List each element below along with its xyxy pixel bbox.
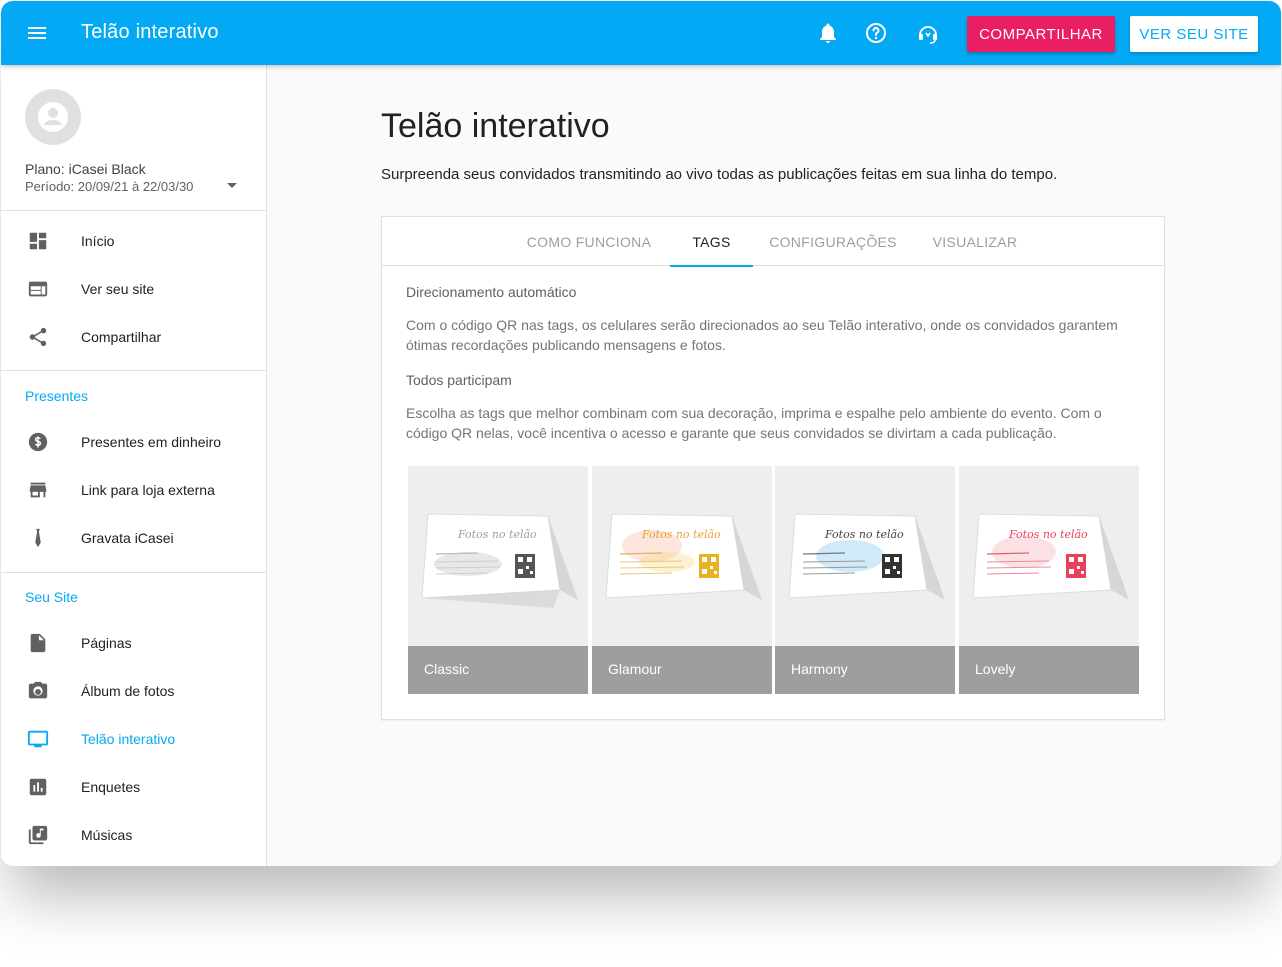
sidebar-item-enquetes[interactable]: Enquetes bbox=[1, 764, 266, 812]
section-text: Escolha as tags que melhor combinam com … bbox=[406, 405, 1102, 441]
sidebar-item-label: Ver seu site bbox=[81, 281, 155, 297]
dashboard-icon bbox=[29, 232, 47, 250]
divider bbox=[1, 210, 266, 211]
plan-name: Plano: iCasei Black bbox=[25, 161, 146, 177]
tag-label-bar: Harmony bbox=[775, 646, 955, 694]
page-icon bbox=[30, 633, 46, 653]
menu-icon[interactable] bbox=[25, 21, 49, 45]
help-icon[interactable] bbox=[864, 21, 888, 45]
screen-icon bbox=[27, 730, 49, 748]
tag-label-bar: Lovely bbox=[959, 646, 1139, 694]
tab-tags[interactable]: TAGS bbox=[670, 217, 753, 267]
content-card: COMO FUNCIONA TAGS CONFIGURAÇÕES VISUALI… bbox=[381, 216, 1165, 720]
page-title: Telão interativo bbox=[381, 107, 610, 145]
sidebar-item-inicio[interactable]: Início bbox=[1, 218, 266, 266]
account-icon bbox=[38, 102, 68, 132]
sidebar-item-loja-externa[interactable]: Link para loja externa bbox=[1, 467, 266, 515]
support-icon[interactable] bbox=[916, 21, 940, 45]
money-icon bbox=[28, 432, 48, 452]
divider bbox=[1, 370, 266, 371]
share-button[interactable]: COMPARTILHAR bbox=[967, 16, 1115, 52]
sidebar-item-label: Álbum de fotos bbox=[81, 683, 175, 699]
svg-text:Fotos no telão: Fotos no telão bbox=[457, 528, 537, 541]
section-heading: Direcionamento automático bbox=[406, 284, 577, 300]
chevron-down-icon[interactable] bbox=[227, 183, 237, 188]
svg-text:Fotos no telão: Fotos no telão bbox=[641, 528, 721, 541]
sidebar-item-presentes-dinheiro[interactable]: Presentes em dinheiro bbox=[1, 419, 266, 467]
tag-card-classic[interactable]: Fotos no telão Classic bbox=[408, 466, 588, 694]
poll-icon bbox=[29, 778, 47, 796]
tag-label-bar: Classic bbox=[408, 646, 588, 694]
tag-preview-image: Fotos no telão bbox=[421, 513, 578, 608]
sidebar-item-label: Enquetes bbox=[81, 779, 141, 795]
sidebar-item-label: Compartilhar bbox=[81, 329, 162, 345]
sidebar-item-label: Início bbox=[81, 233, 115, 249]
tag-card-harmony[interactable]: Fotos no telão Harmony bbox=[775, 466, 955, 694]
app-title: Telão interativo bbox=[81, 21, 219, 43]
tag-label-bar: Glamour bbox=[592, 646, 772, 694]
sidebar-item-telao[interactable]: Telão interativo bbox=[1, 716, 266, 764]
tab-configuracoes[interactable]: CONFIGURAÇÕES bbox=[763, 217, 903, 266]
top-app-bar: Telão interativo COMPARTILHAR VER SEU SI… bbox=[1, 1, 1281, 65]
tag-preview-image: Fotos no telão bbox=[788, 513, 945, 600]
music-icon bbox=[28, 825, 48, 845]
sidebar-item-ver-seu-site[interactable]: Ver seu site bbox=[1, 266, 266, 314]
tag-card-lovely[interactable]: Fotos no telão Lovely bbox=[959, 466, 1139, 694]
tab-visualizar[interactable]: VISUALIZAR bbox=[923, 217, 1027, 266]
store-icon bbox=[29, 482, 47, 498]
sidebar-item-label: Presentes em dinheiro bbox=[81, 434, 222, 450]
sidebar-item-label: Telão interativo bbox=[81, 731, 176, 747]
divider bbox=[1, 572, 266, 573]
share-icon bbox=[29, 327, 47, 347]
avatar[interactable] bbox=[25, 89, 81, 145]
tag-name: Glamour bbox=[608, 661, 662, 677]
tag-name: Harmony bbox=[791, 661, 848, 677]
sidebar-item-album[interactable]: Álbum de fotos bbox=[1, 668, 266, 716]
tag-preview-image: Fotos no telão bbox=[972, 513, 1129, 600]
sidebar-item-musicas[interactable]: Músicas bbox=[1, 812, 266, 860]
tag-card-glamour[interactable]: Fotos no telão Glamour bbox=[592, 466, 772, 694]
camera-icon bbox=[28, 681, 48, 699]
tab-bar: COMO FUNCIONA TAGS CONFIGURAÇÕES VISUALI… bbox=[382, 217, 1164, 267]
tag-name: Lovely bbox=[975, 661, 1016, 677]
svg-text:Fotos no telão: Fotos no telão bbox=[1008, 528, 1088, 541]
sidebar-item-label: Páginas bbox=[81, 635, 132, 651]
bell-icon[interactable] bbox=[816, 21, 840, 45]
svg-text:Fotos no telão: Fotos no telão bbox=[824, 528, 904, 541]
tag-name: Classic bbox=[424, 661, 470, 677]
web-icon bbox=[28, 281, 48, 297]
tie-icon bbox=[35, 528, 41, 548]
sidebar-item-paginas[interactable]: Páginas bbox=[1, 620, 266, 668]
section-title-seu-site: Seu Site bbox=[25, 589, 78, 605]
sidebar-item-label: Músicas bbox=[81, 827, 133, 843]
sidebar-item-label: Link para loja externa bbox=[81, 482, 215, 498]
plan-period: Período: 20/09/21 à 22/03/30 bbox=[25, 179, 194, 194]
section-title-presentes: Presentes bbox=[25, 388, 89, 404]
app-window: Telão interativo COMPARTILHAR VER SEU SI… bbox=[1, 1, 1281, 866]
tag-preview-image: Fotos no telão bbox=[605, 513, 762, 600]
tab-como-funciona[interactable]: COMO FUNCIONA bbox=[513, 217, 665, 266]
sidebar: Plano: iCasei Black Período: 20/09/21 à … bbox=[1, 65, 267, 866]
sidebar-item-compartilhar[interactable]: Compartilhar bbox=[1, 314, 266, 362]
view-site-button[interactable]: VER SEU SITE bbox=[1130, 16, 1258, 52]
section-heading: Todos participam bbox=[406, 372, 512, 388]
section-text: Com o código QR nas tags, os celulares s… bbox=[406, 317, 1118, 353]
page-subtitle: Surpreenda seus convidados transmitindo … bbox=[381, 166, 1058, 183]
sidebar-item-gravata[interactable]: Gravata iCasei bbox=[1, 515, 266, 563]
sidebar-item-label: Gravata iCasei bbox=[81, 530, 174, 546]
